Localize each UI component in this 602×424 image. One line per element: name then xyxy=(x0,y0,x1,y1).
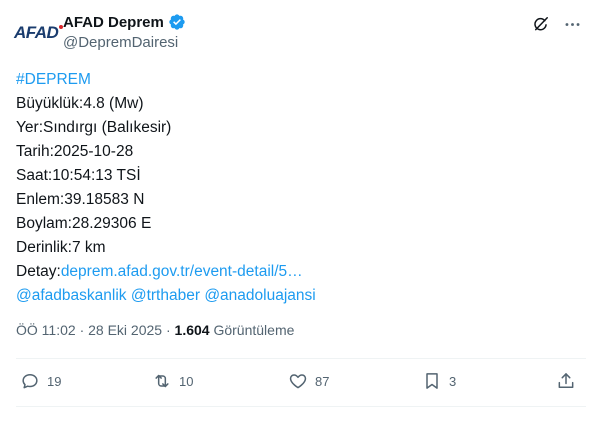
like-button[interactable]: 87 xyxy=(288,370,329,392)
mention-link[interactable]: @trthaber xyxy=(131,287,200,304)
mention-link[interactable]: @afadbaskanlik xyxy=(16,287,127,304)
grok-icon[interactable] xyxy=(530,14,550,34)
mentions-line: @afadbaskanlik @trthaber @anadoluajansi xyxy=(16,284,316,308)
text-line-location: Yer:Sındırgı (Balıkesir) xyxy=(16,119,172,136)
share-button[interactable] xyxy=(556,370,583,392)
name-row: AFAD Deprem xyxy=(63,12,186,32)
like-count: 87 xyxy=(315,373,330,389)
divider xyxy=(16,406,586,407)
views: 1.604 Görüntüleme xyxy=(175,322,295,338)
text-line-longitude: Boylam:28.29306 E xyxy=(16,215,152,232)
share-icon xyxy=(558,373,574,388)
afad-logo: AFAD xyxy=(14,23,64,42)
detail-link[interactable]: deprem.afad.gov.tr/event-detail/5… xyxy=(61,263,303,280)
hashtag-link[interactable]: #DEPREM xyxy=(16,71,91,88)
views-label: Görüntüleme xyxy=(213,322,295,338)
display-name[interactable]: AFAD Deprem xyxy=(63,14,164,31)
verified-badge-icon[interactable] xyxy=(168,13,186,31)
mention-link[interactable]: @anadoluajansi xyxy=(204,287,315,304)
text-line-detail: Detay:deprem.afad.gov.tr/event-detail/5… xyxy=(16,260,316,284)
avatar[interactable]: AFAD xyxy=(14,18,64,48)
detail-label: Detay: xyxy=(16,263,61,280)
text-line-date: Tarih:2025-10-28 xyxy=(16,143,134,160)
tweet-header: AFAD Deprem @DepremDairesi xyxy=(63,12,186,51)
text-line-depth: Derinlik:7 km xyxy=(16,239,106,256)
text-line-magnitude: Büyüklük:4.8 (Mw) xyxy=(16,95,144,112)
top-actions xyxy=(530,14,582,34)
divider xyxy=(16,358,586,359)
meta-separator: · xyxy=(165,322,171,338)
reply-count: 19 xyxy=(47,373,62,389)
text-line-time: Saat:10:54:13 TSİ xyxy=(16,167,141,184)
heart-icon xyxy=(289,374,307,389)
reply-button[interactable]: 19 xyxy=(20,370,61,392)
handle[interactable]: @DepremDairesi xyxy=(63,34,186,51)
bookmark-count: 3 xyxy=(449,373,457,389)
tweet-card: AFAD AFAD Deprem @DepremDairesi #DEPREM … xyxy=(0,0,602,424)
text-line-latitude: Enlem:39.18583 N xyxy=(16,191,145,208)
views-count: 1.604 xyxy=(174,322,210,338)
tweet-meta: ÖÖ 11:02 · 28 Eki 2025 · 1.604 Görüntüle… xyxy=(16,322,294,338)
retweet-count: 10 xyxy=(179,373,194,389)
bookmark-icon xyxy=(426,373,438,389)
tweet-timestamp[interactable]: ÖÖ 11:02 · 28 Eki 2025 xyxy=(16,322,162,338)
tweet-text: #DEPREM Büyüklük:4.8 (Mw) Yer:Sındırgı (… xyxy=(16,68,316,308)
reply-icon xyxy=(22,374,38,389)
more-icon[interactable] xyxy=(562,14,582,34)
bookmark-button[interactable]: 3 xyxy=(422,370,456,392)
retweet-button[interactable]: 10 xyxy=(152,370,193,392)
action-bar: 19 10 87 3 xyxy=(16,362,586,402)
retweet-icon xyxy=(155,374,169,388)
